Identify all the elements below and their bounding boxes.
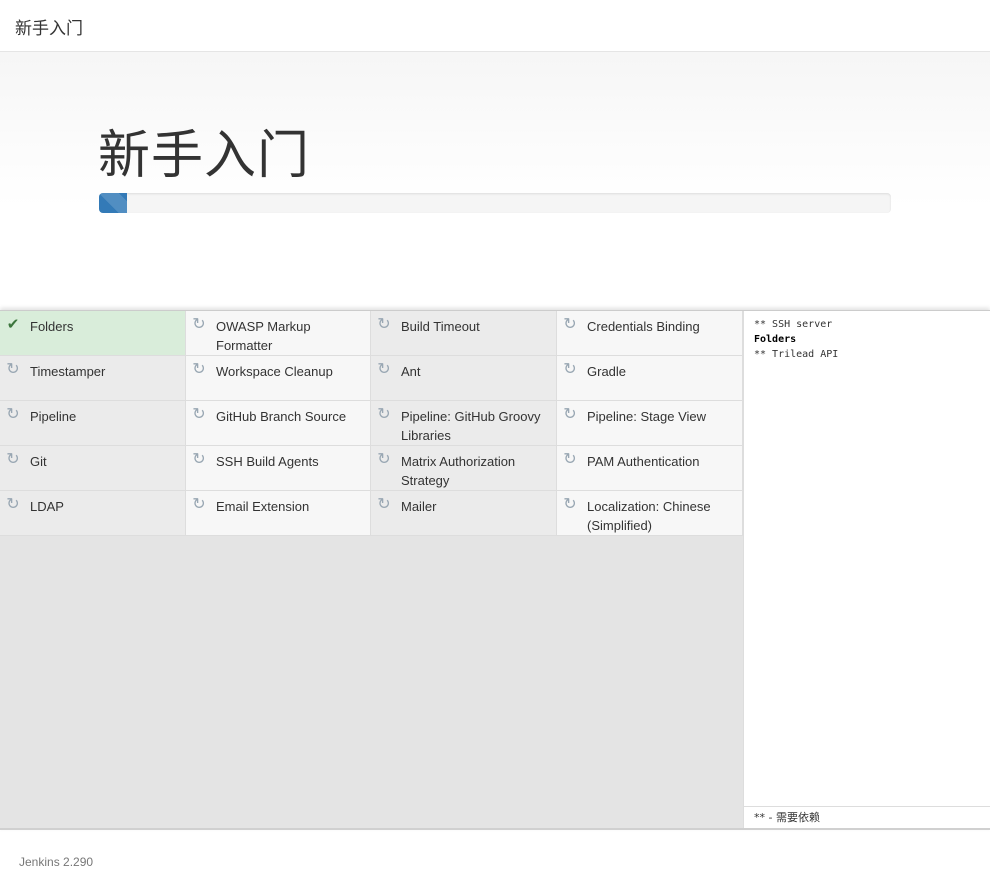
page-title: 新手入门 <box>98 126 311 186</box>
log-line: ** Trilead API <box>754 349 839 360</box>
refresh-icon: ↻ <box>563 361 577 378</box>
plugin-grid-area: ✔ Folders ↻ OWASP Markup Formatter ↻ Build Ti… <box>0 311 743 828</box>
plugin-item: ↻ GitHub Branch Source <box>186 401 371 446</box>
plugin-name: OWASP Markup Formatter <box>216 319 311 353</box>
refresh-icon: ↻ <box>6 361 20 378</box>
plugin-name: Pipeline <box>30 409 77 424</box>
plugin-item: ↻ Git <box>0 446 186 491</box>
plugin-name: GitHub Branch Source <box>216 409 347 424</box>
install-log-lines: ** SSH server Folders ** Trilead API <box>754 317 838 362</box>
refresh-icon: ↻ <box>377 406 391 423</box>
plugin-grid: ✔ Folders ↻ OWASP Markup Formatter ↻ Build Ti… <box>0 311 743 536</box>
plugin-name: Gradle <box>587 364 627 379</box>
refresh-icon: ↻ <box>192 316 206 333</box>
plugin-name: Email Extension <box>216 499 310 514</box>
refresh-icon: ↻ <box>6 496 20 513</box>
install-progress-bar <box>99 193 891 213</box>
dependency-legend: ** - 需要依赖 <box>744 806 990 828</box>
check-icon: ✔ <box>6 316 20 333</box>
app-title: 新手入门 <box>15 19 83 39</box>
plugin-name: SSH Build Agents <box>216 454 319 469</box>
jenkins-version: Jenkins 2.290 <box>19 855 94 869</box>
plugin-name: Workspace Cleanup <box>216 364 333 379</box>
refresh-icon: ↻ <box>563 316 577 333</box>
plugin-name: Pipeline: GitHub Groovy Libraries <box>401 409 541 443</box>
refresh-icon: ↻ <box>6 406 20 423</box>
plugin-name: Git <box>30 454 47 469</box>
plugin-install-panel: ✔ Folders ↻ OWASP Markup Formatter ↻ Build Ti… <box>0 310 990 830</box>
plugin-item: ↻ SSH Build Agents <box>186 446 371 491</box>
hero-banner: 新手入门 <box>0 52 990 310</box>
log-line: ** SSH server <box>754 319 833 330</box>
plugin-name: Ant <box>401 364 421 379</box>
plugin-item: ↻ Mailer <box>371 491 557 536</box>
refresh-icon: ↻ <box>563 406 577 423</box>
refresh-icon: ↻ <box>563 451 577 468</box>
plugin-item: ↻ Pipeline: GitHub Groovy Libraries <box>371 401 557 446</box>
plugin-item: ↻ Timestamper <box>0 356 186 401</box>
plugin-name: Credentials Binding <box>587 319 700 334</box>
plugin-name: Matrix Authorization Strategy <box>401 454 516 488</box>
header: 新手入门 <box>0 0 990 52</box>
plugin-item: ↻ Credentials Binding <box>557 311 743 356</box>
progress-fill <box>99 193 127 213</box>
plugin-name: Timestamper <box>30 364 106 379</box>
plugin-item: ↻ Workspace Cleanup <box>186 356 371 401</box>
plugin-name: Localization: Chinese (Simplified) <box>587 499 711 533</box>
refresh-icon: ↻ <box>563 496 577 513</box>
plugin-item: ✔ Folders <box>0 311 186 356</box>
plugin-name: LDAP <box>30 499 64 514</box>
refresh-icon: ↻ <box>377 451 391 468</box>
plugin-name: Pipeline: Stage View <box>587 409 707 424</box>
refresh-icon: ↻ <box>192 406 206 423</box>
refresh-icon: ↻ <box>192 496 206 513</box>
plugin-item: ↻ Build Timeout <box>371 311 557 356</box>
plugin-item: ↻ Pipeline: Stage View <box>557 401 743 446</box>
plugin-name: Folders <box>30 319 74 334</box>
plugin-name: Mailer <box>401 499 437 514</box>
plugin-item: ↻ LDAP <box>0 491 186 536</box>
refresh-icon: ↻ <box>192 451 206 468</box>
refresh-icon: ↻ <box>377 496 391 513</box>
log-line: Folders <box>754 334 797 345</box>
plugin-item: ↻ Email Extension <box>186 491 371 536</box>
plugin-item: ↻ Localization: Chinese (Simplified) <box>557 491 743 536</box>
plugin-name: Build Timeout <box>401 319 480 334</box>
refresh-icon: ↻ <box>6 451 20 468</box>
plugin-name: PAM Authentication <box>587 454 700 469</box>
refresh-icon: ↻ <box>192 361 206 378</box>
plugin-item: ↻ PAM Authentication <box>557 446 743 491</box>
refresh-icon: ↻ <box>377 361 391 378</box>
plugin-item: ↻ Gradle <box>557 356 743 401</box>
plugin-item: ↻ Ant <box>371 356 557 401</box>
plugin-item: ↻ OWASP Markup Formatter <box>186 311 371 356</box>
plugin-item: ↻ Pipeline <box>0 401 186 446</box>
plugin-item: ↻ Matrix Authorization Strategy <box>371 446 557 491</box>
install-log: ** SSH server Folders ** Trilead API ** - … <box>743 311 990 828</box>
refresh-icon: ↻ <box>377 316 391 333</box>
